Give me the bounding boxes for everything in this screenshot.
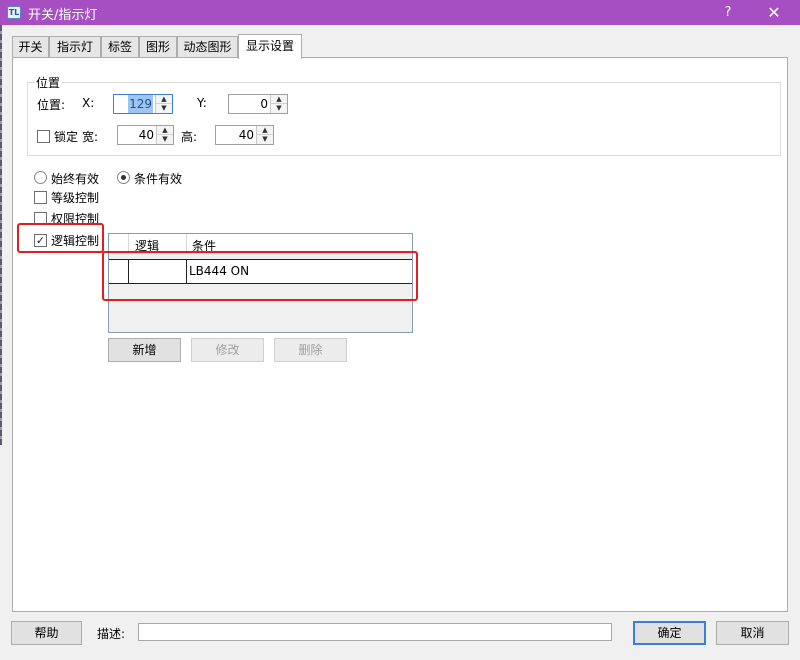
lock-label: 锁定: [54, 130, 79, 144]
x-spin-arrows[interactable]: ▲ ▼: [155, 95, 172, 113]
width-spin-arrows[interactable]: ▲ ▼: [156, 126, 173, 144]
width-value[interactable]: 40: [139, 126, 154, 144]
width-spin-up-icon[interactable]: ▲: [157, 126, 173, 135]
lock-checkbox[interactable]: [37, 130, 50, 143]
window-title: 开关/指示灯: [28, 8, 98, 23]
help-title-button[interactable]: ?: [716, 2, 740, 23]
help-button[interactable]: 帮助: [11, 621, 82, 645]
app-icon: TL: [7, 6, 21, 19]
logic-control-label: 逻辑控制: [51, 234, 100, 248]
position-group-title: 位置: [34, 74, 63, 91]
height-spin-arrows[interactable]: ▲ ▼: [256, 126, 273, 144]
y-spin-arrows[interactable]: ▲ ▼: [270, 95, 287, 113]
y-spinbox[interactable]: 0 ▲ ▼: [228, 94, 288, 114]
height-spin-down-icon[interactable]: ▼: [257, 135, 273, 144]
always-valid-radio[interactable]: [34, 171, 47, 184]
conditional-valid-radio[interactable]: [117, 171, 130, 184]
tab-indicator[interactable]: 指示灯: [49, 36, 101, 58]
background-edge: [0, 25, 2, 445]
position-label: 位置:: [37, 98, 66, 112]
logic-control-checkbox[interactable]: ✓: [34, 234, 47, 247]
display-settings-panel: 位置 位置: X: 129 ▲ ▼ Y: 0 ▲ ▼ 锁定 宽: 40 ▲ ▼ …: [12, 57, 788, 612]
modify-button[interactable]: 修改: [191, 338, 264, 362]
cancel-button[interactable]: 取消: [716, 621, 789, 645]
y-value[interactable]: 0: [260, 95, 268, 113]
always-valid-label: 始终有效: [51, 172, 100, 186]
description-input[interactable]: [138, 623, 612, 641]
level-control-checkbox[interactable]: [34, 191, 47, 204]
tab-dynamic-graphic[interactable]: 动态图形: [177, 36, 238, 58]
width-spin-down-icon[interactable]: ▼: [157, 135, 173, 144]
tab-switch[interactable]: 开关: [12, 36, 49, 58]
logic-table-highlight: [102, 251, 418, 301]
height-label: 高:: [181, 130, 198, 144]
tab-display-settings[interactable]: 显示设置: [238, 34, 302, 59]
ok-button[interactable]: 确定: [633, 621, 706, 645]
close-button[interactable]: ✕: [762, 2, 786, 23]
description-label: 描述:: [97, 627, 126, 641]
width-spinbox[interactable]: 40 ▲ ▼: [117, 125, 174, 145]
width-label: 宽:: [82, 130, 99, 144]
title-bar: TL 开关/指示灯 ? ✕: [0, 0, 800, 25]
delete-button[interactable]: 删除: [274, 338, 347, 362]
y-spin-down-icon[interactable]: ▼: [271, 104, 287, 113]
add-button[interactable]: 新增: [108, 338, 181, 362]
height-value[interactable]: 40: [239, 126, 254, 144]
height-spinbox[interactable]: 40 ▲ ▼: [215, 125, 274, 145]
x-value[interactable]: 129: [128, 95, 153, 113]
tab-graphic[interactable]: 图形: [139, 36, 177, 58]
height-spin-up-icon[interactable]: ▲: [257, 126, 273, 135]
y-spin-up-icon[interactable]: ▲: [271, 95, 287, 104]
x-spin-down-icon[interactable]: ▼: [156, 104, 172, 113]
x-spinbox[interactable]: 129 ▲ ▼: [113, 94, 173, 114]
x-label: X:: [82, 96, 95, 110]
y-label: Y:: [197, 96, 207, 110]
level-control-label: 等级控制: [51, 191, 100, 205]
x-spin-up-icon[interactable]: ▲: [156, 95, 172, 104]
conditional-valid-label: 条件有效: [134, 172, 183, 186]
tab-label[interactable]: 标签: [101, 36, 139, 58]
